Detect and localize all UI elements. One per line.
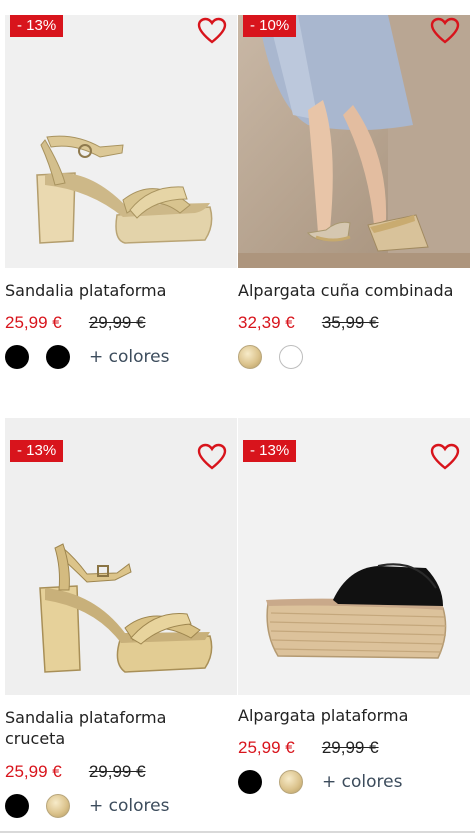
current-price: 25,99 € — [5, 313, 62, 332]
heart-icon[interactable] — [430, 17, 460, 45]
more-colors-link[interactable]: + colores — [89, 796, 169, 816]
color-swatch-black[interactable] — [5, 345, 29, 369]
product-image[interactable]: - 13% — [238, 418, 470, 695]
original-price: 35,99 € — [321, 313, 379, 332]
product-card[interactable]: - 13% Alpargata plataforma 25,99 € 29,99… — [238, 418, 470, 794]
product-title[interactable]: Alpargata plataforma — [238, 705, 408, 727]
color-swatch-gold[interactable] — [238, 345, 262, 369]
current-price: 25,99 € — [238, 738, 295, 757]
product-card[interactable]: - 10% Alpargata cuña combinada 32,39 € 3… — [238, 15, 470, 369]
heart-icon[interactable] — [197, 17, 227, 45]
price-row: 25,99 € 29,99 € — [238, 738, 379, 760]
product-card[interactable]: - 13% Sandalia plataforma cruceta 25,99 … — [5, 418, 237, 818]
discount-badge: - 13% — [10, 440, 64, 462]
product-image[interactable]: - 13% — [5, 418, 237, 695]
color-swatch-black[interactable] — [238, 770, 262, 794]
price-row: 32,39 € 35,99 € — [238, 313, 379, 335]
current-price: 25,99 € — [5, 762, 62, 781]
color-swatch-black[interactable] — [5, 794, 29, 818]
color-swatches: + colores — [5, 344, 169, 370]
color-swatches — [238, 344, 320, 370]
more-colors-link[interactable]: + colores — [89, 347, 169, 367]
product-card[interactable]: - 13% Sandalia plataforma 25,99 € 29,99 … — [5, 15, 237, 369]
discount-badge: - 10% — [243, 15, 297, 37]
original-price: 29,99 € — [88, 762, 146, 781]
heart-icon[interactable] — [430, 443, 460, 471]
product-title-line-2[interactable]: cruceta — [5, 728, 65, 750]
color-swatch-gold[interactable] — [46, 794, 70, 818]
current-price: 32,39 € — [238, 313, 295, 332]
discount-badge: - 13% — [243, 440, 297, 462]
product-title[interactable]: Sandalia plataforma — [5, 280, 166, 302]
original-price: 29,99 € — [88, 313, 146, 332]
color-swatch-black[interactable] — [46, 345, 70, 369]
more-colors-link[interactable]: + colores — [322, 772, 402, 792]
product-title[interactable]: Alpargata cuña combinada — [238, 280, 453, 302]
product-title-line-1[interactable]: Sandalia plataforma — [5, 707, 166, 729]
price-row: 25,99 € 29,99 € — [5, 313, 146, 335]
color-swatch-white[interactable] — [279, 345, 303, 369]
gold-platform-sandal-photo — [5, 15, 237, 268]
heart-icon[interactable] — [197, 443, 227, 471]
original-price: 29,99 € — [321, 738, 379, 757]
color-swatches: + colores — [5, 793, 169, 819]
product-image[interactable]: - 10% — [238, 15, 470, 268]
product-image[interactable]: - 13% — [5, 15, 237, 268]
color-swatches: + colores — [238, 769, 402, 795]
color-swatch-gold[interactable] — [279, 770, 303, 794]
price-row: 25,99 € 29,99 € — [5, 762, 146, 784]
discount-badge: - 13% — [10, 15, 64, 37]
wedge-espadrille-model-photo — [238, 15, 470, 268]
